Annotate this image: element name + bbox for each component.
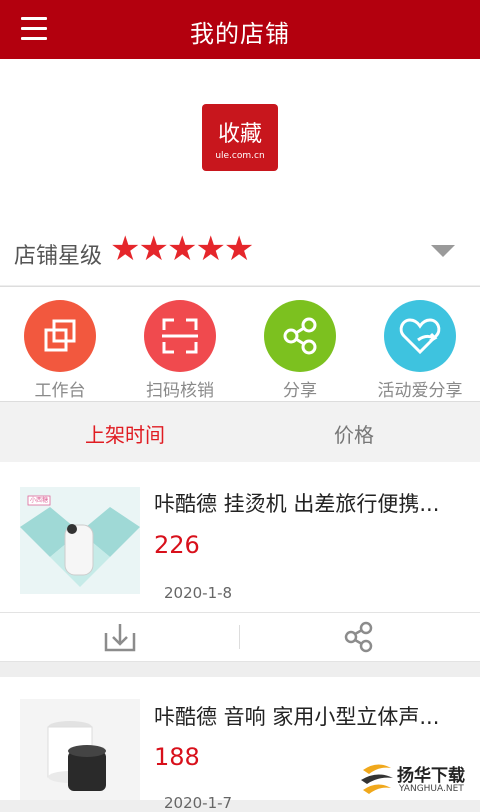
product-card[interactable]: 小西糖 咔酷德 挂烫机 出差旅行便携... 226 2020-1-8 [0,462,480,662]
window-stack-icon [24,300,96,372]
page-title: 我的店铺 [190,20,290,48]
store-logo: 收藏 ule.com.cn [202,104,278,171]
watermark-en: YANGHUA.NET [399,784,464,794]
action-workbench[interactable]: 工作台 [0,300,120,401]
watermark-cn: 扬华下载 [397,766,465,786]
action-label: 工作台 [34,381,86,401]
store-logo-text: 收藏 [217,122,262,147]
tab-price[interactable]: 价格 [234,419,474,448]
action-label: 分享 [283,381,317,401]
download-icon[interactable] [0,613,240,661]
heart-share-icon [384,300,456,372]
quick-actions: 工作台 扫码核销 分享 活动爱分享 [0,286,480,401]
store-rating-label: 店铺星级 [14,244,103,269]
watermark-logo: 扬华下载 YANGHUA.NET [355,758,480,800]
scan-frame-icon [144,300,216,372]
product-name: 咔酷德 挂烫机 出差旅行便携... [154,492,440,516]
action-event-share[interactable]: 活动爱分享 [360,300,480,401]
store-logo-url: ule.com.cn [215,151,265,161]
product-thumbnail [20,699,140,800]
rating-stars: ★★★★★ [110,229,254,269]
product-price: 188 [154,743,200,771]
action-label: 活动爱分享 [377,381,463,401]
product-name: 咔酷德 音响 家用小型立体声... [154,705,440,729]
sort-tabs: 上架时间 价格 [0,401,480,463]
top-app-bar: 我的店铺 [0,0,480,59]
product-price: 226 [154,531,200,559]
action-label: 扫码核销 [146,381,214,401]
action-share[interactable]: 分享 [240,300,360,401]
action-scan[interactable]: 扫码核销 [120,300,240,401]
store-info: 收藏 ule.com.cn 店铺星级 ★★★★★ [0,59,480,285]
product-date: 2020-1-7 [164,794,233,812]
thumbnail-tag: 小西糖 [29,497,48,504]
product-date: 2020-1-8 [164,584,233,602]
product-action-bar [0,612,480,662]
share-nodes-icon [264,300,336,372]
expand-triangle-icon[interactable] [431,245,455,257]
product-thumbnail: 小西糖 [20,487,140,594]
share-icon[interactable] [240,613,480,661]
tab-listing-time[interactable]: 上架时间 [5,419,245,448]
